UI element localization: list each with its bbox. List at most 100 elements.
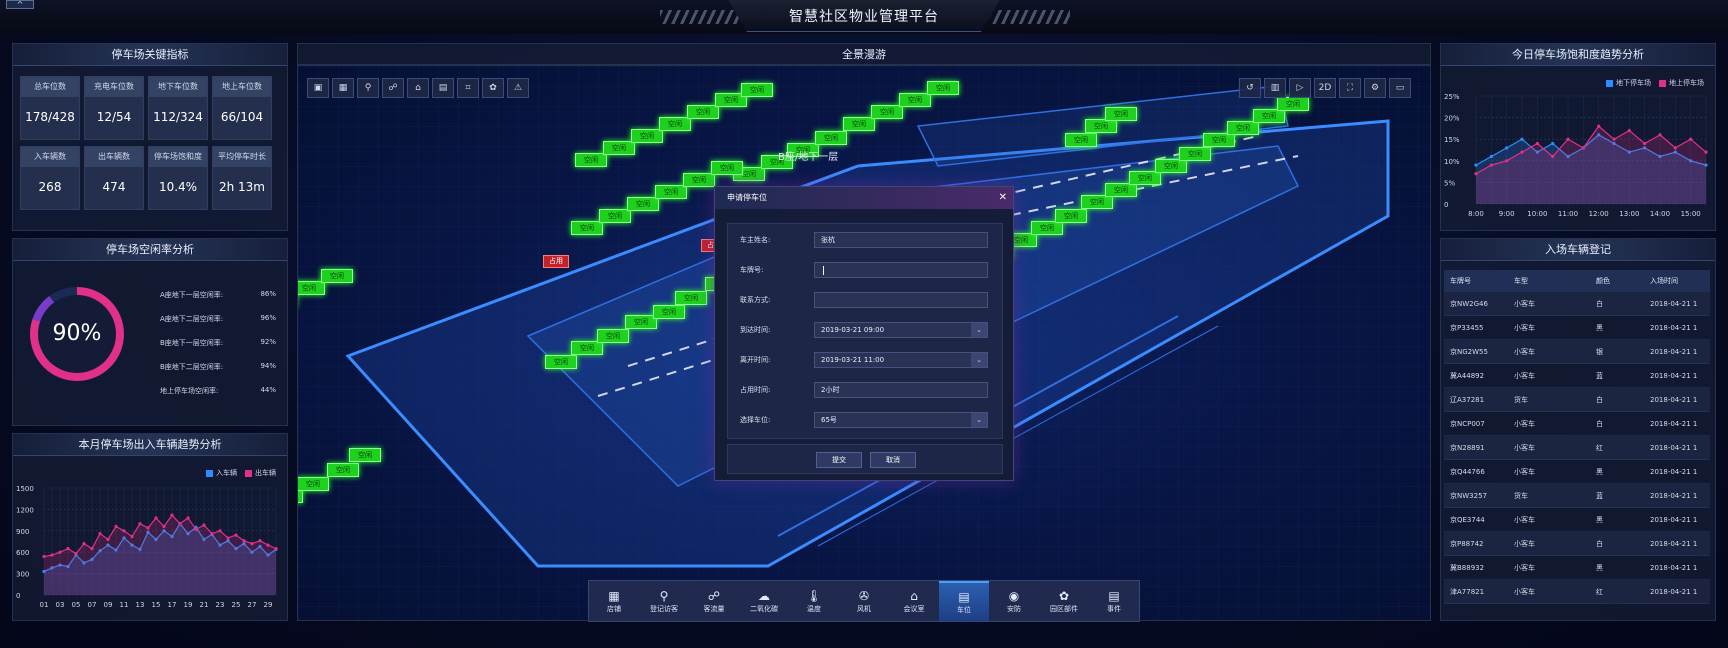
text-input[interactable]: 2小时 [814, 382, 988, 398]
table-row[interactable]: 京Q44766 小客车 黑 2018-04-21 1 [1444, 460, 1710, 484]
parking-spot-free[interactable]: 空闲 [1253, 109, 1285, 123]
select-field[interactable]: 2019-03-21 09:00 ⌄ [814, 322, 988, 338]
undo-icon[interactable]: ↺ [1239, 78, 1261, 98]
nav-item[interactable]: 🌡 温度 [789, 581, 839, 621]
cancel-button[interactable]: 取消 [870, 452, 916, 468]
window-icon[interactable]: ▭ [1389, 78, 1411, 98]
parking-spot-free[interactable]: 空闲 [675, 291, 707, 305]
data-point [74, 552, 78, 556]
nav-item[interactable]: ✇ 风机 [839, 581, 889, 621]
table-cell: 2018-04-21 1 [1650, 444, 1698, 452]
parking-spot-free[interactable]: 空闲 [298, 281, 325, 295]
parking-spot-free[interactable]: 空闲 [687, 105, 719, 119]
nav-item[interactable]: ☍ 客流量 [689, 581, 739, 621]
group-icon[interactable]: ☍ [382, 78, 404, 98]
chart-icon[interactable]: ▥ [1264, 78, 1286, 98]
parking-spot-free[interactable]: 空闲 [659, 117, 691, 131]
nav-item[interactable]: ▤ 车位 [939, 581, 989, 621]
parking-spot-free[interactable]: 空闲 [653, 305, 685, 319]
parking-spot-free[interactable]: 空闲 [1081, 195, 1113, 209]
nav-item[interactable]: ☁ 二氧化碳 [739, 581, 789, 621]
parking-spot-free[interactable]: 空闲 [321, 269, 353, 283]
parking-spot-free[interactable]: 空闲 [1105, 107, 1137, 121]
parking-spot-free[interactable]: 空闲 [1065, 133, 1097, 147]
text-input[interactable] [814, 292, 988, 308]
parking-spot-free[interactable]: 空闲 [655, 185, 687, 199]
parking-spot-occupied[interactable]: 占用 [543, 255, 569, 268]
parking-spot-free[interactable]: 空闲 [1129, 171, 1161, 185]
scan-icon[interactable]: ⌗ [457, 78, 479, 98]
parking-spot-free[interactable]: 空闲 [298, 477, 329, 491]
fit-icon[interactable]: ⛶ [1339, 78, 1361, 98]
parking-spot-free[interactable]: 空闲 [599, 209, 631, 223]
parking-spot-free[interactable]: 空闲 [571, 341, 603, 355]
grid-icon[interactable]: ▦ [332, 78, 354, 98]
nav-item[interactable]: ⌂ 会议室 [889, 581, 939, 621]
parking-spot-free[interactable]: 空闲 [1179, 147, 1211, 161]
table-row[interactable]: 京P33455 小客车 黑 2018-04-21 1 [1444, 316, 1710, 340]
table-row[interactable]: 京QE3744 小客车 黑 2018-04-21 1 [1444, 508, 1710, 532]
table-row[interactable]: 京NCP007 小客车 白 2018-04-21 1 [1444, 412, 1710, 436]
submit-button[interactable]: 提交 [816, 452, 862, 468]
parking-spot-free[interactable]: 空闲 [1203, 133, 1235, 147]
nav-item[interactable]: ✿ 园区部件 [1039, 581, 1089, 621]
table-row[interactable]: 京N28891 小客车 红 2018-04-21 1 [1444, 436, 1710, 460]
nav-item[interactable]: ⚲ 登记访客 [639, 581, 689, 621]
nav-item[interactable]: ▤ 事件 [1089, 581, 1139, 621]
parking-spot-free[interactable]: 空闲 [1105, 183, 1137, 197]
parking-spot-free[interactable]: 空闲 [741, 83, 773, 97]
gear-icon[interactable]: ⚙ [1364, 78, 1386, 98]
parking-spot-free[interactable]: 空闲 [597, 329, 629, 343]
table-row[interactable]: 冀B88932 小客车 黑 2018-04-21 1 [1444, 556, 1710, 580]
parking-spot-free[interactable]: 空闲 [1085, 119, 1117, 133]
close-icon[interactable]: ✕ [999, 187, 1007, 209]
nav-item[interactable]: ▦ 店铺 [589, 581, 639, 621]
table-row[interactable]: 京NW2G46 小客车 白 2018-04-21 1 [1444, 292, 1710, 316]
person-icon[interactable]: ⚲ [357, 78, 379, 98]
text-input[interactable] [814, 262, 988, 278]
parking-spot-free[interactable]: 空闲 [327, 463, 359, 477]
biohazard-icon[interactable]: ✿ [482, 78, 504, 98]
collapse-icon[interactable]: ^ [6, 0, 34, 9]
parking-spot-free[interactable]: 空闲 [683, 173, 715, 187]
parking-spot-free[interactable]: 空闲 [1055, 209, 1087, 223]
parking-spot-free[interactable]: 空闲 [545, 355, 577, 369]
parking-spot-free[interactable]: 空闲 [298, 489, 303, 503]
parking-spot-free[interactable]: 空闲 [575, 153, 607, 167]
table-row[interactable]: 冀A44892 小客车 蓝 2018-04-21 1 [1444, 364, 1710, 388]
warning-icon[interactable]: ⚠ [507, 78, 529, 98]
parking-spot-free[interactable]: 空闲 [927, 81, 959, 95]
parking-spot-free[interactable]: 空闲 [1227, 121, 1259, 135]
parking-spot-free[interactable]: 空闲 [627, 197, 659, 211]
parking-spot-free[interactable]: 空闲 [871, 105, 903, 119]
table-row[interactable]: 辽A37281 货车 白 2018-04-21 1 [1444, 388, 1710, 412]
parking-spot-free[interactable]: 空闲 [843, 117, 875, 131]
table-row[interactable]: 津A77821 小客车 红 2018-04-21 1 [1444, 580, 1710, 604]
chevron-down-icon[interactable]: ⌄ [971, 353, 987, 367]
table-row[interactable]: 京NW3257 货车 蓝 2018-04-21 1 [1444, 484, 1710, 508]
parking-spot-free[interactable]: 空闲 [1277, 97, 1309, 111]
chevron-down-icon[interactable]: ⌄ [971, 323, 987, 337]
parking-spot-free[interactable]: 空闲 [815, 131, 847, 145]
nav-item[interactable]: ◉ 安防 [989, 581, 1039, 621]
play-icon[interactable]: ▷ [1289, 78, 1311, 98]
building-icon[interactable]: ▤ [432, 78, 454, 98]
parking-spot-free[interactable]: 空闲 [1031, 221, 1063, 235]
parking-spot-free[interactable]: 空闲 [571, 221, 603, 235]
parking-spot-free[interactable]: 空闲 [711, 161, 743, 175]
text-input[interactable]: 张杭 [814, 232, 988, 248]
parking-spot-free[interactable]: 空闲 [899, 93, 931, 107]
x-tick-label: 27 [248, 601, 257, 609]
chevron-down-icon[interactable]: ⌄ [971, 413, 987, 427]
home-icon[interactable]: ⌂ [407, 78, 429, 98]
table-row[interactable]: 京P88742 小客车 白 2018-04-21 1 [1444, 532, 1710, 556]
select-field[interactable]: 65号 ⌄ [814, 412, 988, 428]
parking-spot-free[interactable]: 空闲 [1155, 159, 1187, 173]
table-row[interactable]: 京NG2W55 小客车 银 2018-04-21 1 [1444, 340, 1710, 364]
parking-spot-free[interactable]: 空闲 [631, 129, 663, 143]
select-field[interactable]: 2019-03-21 11:00 ⌄ [814, 352, 988, 368]
parking-spot-free[interactable]: 空闲 [603, 141, 635, 155]
parking-spot-free[interactable]: 空闲 [349, 448, 381, 462]
2d-toggle-button[interactable]: 2D [1314, 78, 1336, 98]
camera-icon[interactable]: ▣ [307, 78, 329, 98]
